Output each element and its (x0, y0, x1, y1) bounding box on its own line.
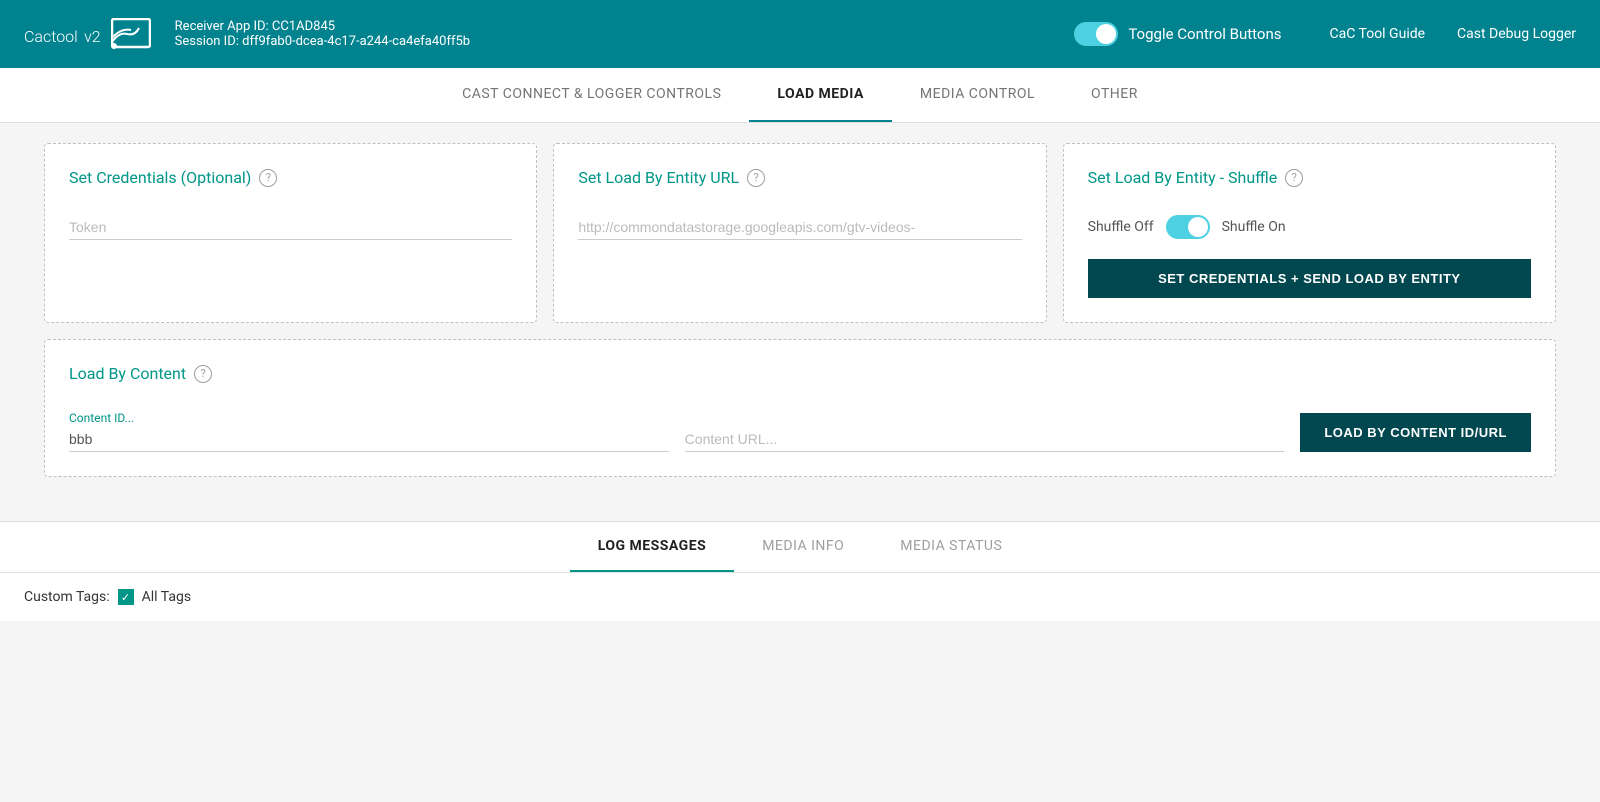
load-entity-url-help-icon[interactable]: ? (747, 169, 765, 187)
logo: Cactool v2 (24, 18, 151, 50)
custom-tags-row: Custom Tags: All Tags (24, 589, 1576, 605)
cac-tool-guide-link[interactable]: CaC Tool Guide (1330, 26, 1426, 42)
content-id-label: Content ID... (69, 411, 669, 425)
toggle-label: Toggle Control Buttons (1128, 25, 1281, 43)
load-content-card: Load By Content ? Content ID... LOAD BY … (44, 339, 1556, 477)
entity-url-input[interactable] (578, 215, 1021, 240)
tab-media-status[interactable]: MEDIA STATUS (872, 522, 1030, 572)
load-entity-shuffle-title: Set Load By Entity - Shuffle ? (1088, 168, 1531, 187)
shuffle-toggle[interactable] (1166, 215, 1210, 239)
tab-other[interactable]: OTHER (1063, 68, 1166, 122)
bottom-tabs: LOG MESSAGES MEDIA INFO MEDIA STATUS (0, 522, 1600, 573)
content-id-wrapper: Content ID... (69, 411, 669, 452)
load-entity-url-title: Set Load By Entity URL ? (578, 168, 1021, 187)
shuffle-off-label: Shuffle Off (1088, 219, 1154, 235)
token-input[interactable] (69, 215, 512, 240)
load-entity-url-card: Set Load By Entity URL ? (553, 143, 1046, 323)
shuffle-on-label: Shuffle On (1222, 219, 1286, 235)
tab-log-messages[interactable]: LOG MESSAGES (570, 522, 735, 572)
load-by-content-button[interactable]: LOAD BY CONTENT ID/URL (1300, 413, 1531, 452)
load-content-help-icon[interactable]: ? (194, 365, 212, 383)
main-content: Set Credentials (Optional) ? Set Load By… (20, 123, 1580, 517)
tab-load-media[interactable]: LOAD MEDIA (749, 68, 891, 122)
load-content-row: Content ID... LOAD BY CONTENT ID/URL (69, 411, 1531, 452)
toggle-switch[interactable] (1074, 22, 1118, 46)
main-tabs: CAST CONNECT & LOGGER CONTROLS LOAD MEDI… (0, 68, 1600, 123)
load-content-title: Load By Content ? (69, 364, 1531, 383)
tab-cast-connect[interactable]: CAST CONNECT & LOGGER CONTROLS (434, 68, 749, 122)
session-info: Receiver App ID: CC1AD845 Session ID: df… (175, 19, 1075, 49)
load-entity-shuffle-help-icon[interactable]: ? (1285, 169, 1303, 187)
bottom-content: Custom Tags: All Tags (0, 573, 1600, 621)
logo-text: Cactool v2 (24, 19, 101, 49)
cast-debug-logger-link[interactable]: Cast Debug Logger (1457, 26, 1576, 42)
content-url-input[interactable] (685, 427, 1285, 452)
credentials-help-icon[interactable]: ? (259, 169, 277, 187)
load-entity-shuffle-card: Set Load By Entity - Shuffle ? Shuffle O… (1063, 143, 1556, 323)
toggle-control-buttons[interactable]: Toggle Control Buttons (1074, 22, 1281, 46)
header-nav: CaC Tool Guide Cast Debug Logger (1330, 26, 1577, 42)
content-url-wrapper (685, 427, 1285, 452)
cast-icon (111, 18, 151, 50)
tab-media-control[interactable]: MEDIA CONTROL (892, 68, 1063, 122)
credentials-card: Set Credentials (Optional) ? (44, 143, 537, 323)
receiver-app-id: Receiver App ID: CC1AD845 (175, 19, 1075, 34)
all-tags-label: All Tags (142, 589, 191, 605)
tab-media-info[interactable]: MEDIA INFO (734, 522, 872, 572)
all-tags-checkbox[interactable] (118, 589, 134, 605)
credentials-title: Set Credentials (Optional) ? (69, 168, 512, 187)
bottom-section: LOG MESSAGES MEDIA INFO MEDIA STATUS Cus… (0, 521, 1600, 621)
cards-row: Set Credentials (Optional) ? Set Load By… (44, 143, 1556, 323)
app-header: Cactool v2 Receiver App ID: CC1AD845 Ses… (0, 0, 1600, 68)
custom-tags-label: Custom Tags: (24, 589, 110, 605)
shuffle-toggle-row: Shuffle Off Shuffle On (1088, 215, 1531, 239)
set-credentials-send-load-entity-button[interactable]: SET CREDENTIALS + SEND LOAD BY ENTITY (1088, 259, 1531, 298)
content-id-input[interactable] (69, 427, 669, 452)
session-id: Session ID: dff9fab0-dcea-4c17-a244-ca4e… (175, 34, 1075, 49)
